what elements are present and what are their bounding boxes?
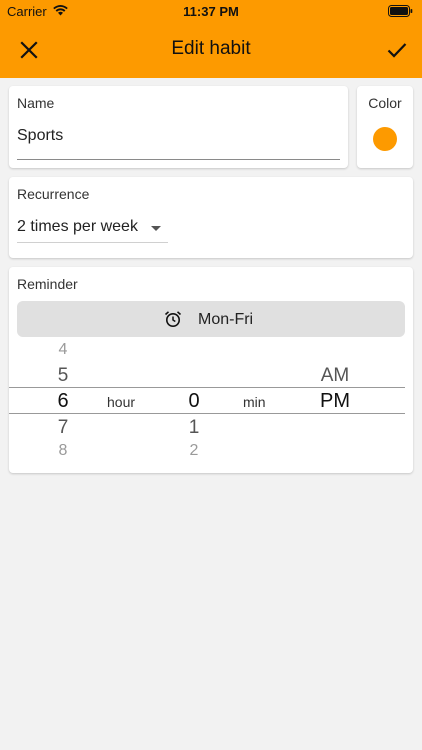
picker-bottom-divider <box>9 413 405 414</box>
color-swatch[interactable] <box>373 127 397 151</box>
hour-unit-label: hour <box>107 394 136 410</box>
alarm-icon <box>164 311 182 327</box>
period-option[interactable]: AM <box>315 365 355 387</box>
name-label: Name <box>17 95 55 111</box>
picker-top-divider <box>9 387 405 388</box>
color-label: Color <box>368 95 402 111</box>
app-header: Carrier 11:37 PM Edit habit <box>0 0 422 78</box>
reminder-label: Reminder <box>17 276 78 292</box>
minute-option[interactable]: 1 <box>184 417 204 439</box>
page-title: Edit habit <box>171 38 251 59</box>
save-button[interactable] <box>382 35 412 65</box>
recurrence-label: Recurrence <box>17 186 90 202</box>
check-icon <box>387 43 407 58</box>
color-card: Color <box>357 86 413 168</box>
recurrence-value: 2 times per week <box>17 218 138 235</box>
name-input[interactable]: Sports <box>17 127 63 145</box>
period-selected[interactable]: PM <box>315 390 355 413</box>
hour-option[interactable]: 4 <box>53 341 73 359</box>
time-picker[interactable]: 4 5 6 7 8 hour 0 1 2 min AM PM <box>9 339 413 463</box>
hour-selected[interactable]: 6 <box>53 390 73 413</box>
toolbar: Edit habit <box>0 22 422 78</box>
recurrence-card: Recurrence 2 times per week <box>9 177 413 258</box>
status-bar: Carrier 11:37 PM <box>0 0 422 22</box>
minute-selected[interactable]: 0 <box>184 390 204 413</box>
battery-icon <box>388 5 413 17</box>
name-input-underline <box>17 159 340 160</box>
name-card: Name Sports <box>9 86 348 168</box>
minute-unit-label: min <box>243 394 266 410</box>
hour-option[interactable]: 8 <box>53 442 73 460</box>
status-time: 11:37 PM <box>183 4 239 19</box>
recurrence-dropdown[interactable]: 2 times per week <box>17 217 168 243</box>
hour-option[interactable]: 5 <box>53 365 73 387</box>
hour-option[interactable]: 7 <box>53 417 73 439</box>
reminder-days-button[interactable]: Mon-Fri <box>17 301 405 337</box>
caret-down-icon <box>151 226 161 231</box>
reminder-card: Reminder Mon-Fri 4 5 6 7 8 hour 0 1 2 mi… <box>9 267 413 473</box>
reminder-days-label: Mon-Fri <box>198 311 254 328</box>
minute-option[interactable]: 2 <box>184 442 204 460</box>
